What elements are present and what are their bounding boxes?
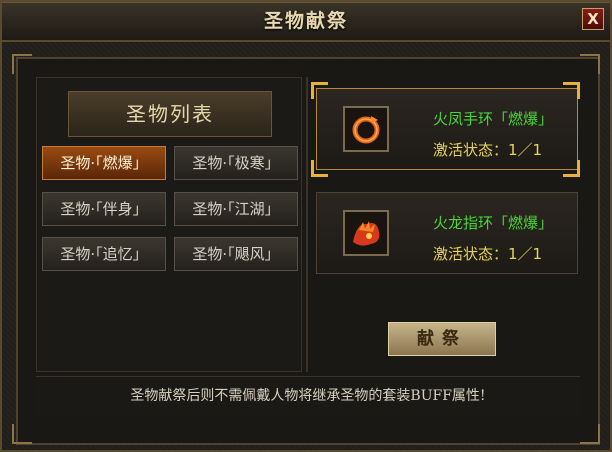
selection-corner-icon [311, 160, 328, 177]
relic-list-item[interactable]: 圣物·「燃爆」 [42, 146, 166, 180]
frame-corner-ornament [580, 54, 600, 74]
panel-divider [306, 77, 308, 372]
selection-corner-icon [311, 82, 328, 99]
relic-activation-status: 激活状态：1／1 [433, 245, 543, 263]
footer-hint: 圣物献祭后则不需佩戴人物将继承圣物的套装BUFF属性! [36, 376, 580, 417]
relic-name: 火龙指环「燃爆」 [433, 214, 554, 232]
selection-corner-icon [563, 82, 580, 99]
selection-corner-icon [563, 160, 580, 177]
close-button[interactable]: X [582, 8, 604, 30]
relic-activation-status: 激活状态：1／1 [433, 141, 543, 159]
dragon-ring-icon [343, 210, 389, 256]
phoenix-bracelet-icon [343, 106, 389, 152]
window-title: 圣物献祭 [263, 10, 348, 32]
relic-card[interactable]: 火凤手环「燃爆」 激活状态：1／1 [316, 88, 578, 170]
relic-list-header: 圣物列表 [68, 91, 272, 137]
dedicate-button[interactable]: 献祭 [388, 322, 496, 356]
relic-list-item[interactable]: 圣物·「追忆」 [42, 237, 166, 271]
frame-corner-ornament [12, 54, 32, 74]
frame-corner-ornament [12, 424, 32, 444]
frame-corner-ornament [580, 424, 600, 444]
relic-list-item[interactable]: 圣物·「江湖」 [174, 192, 298, 226]
relic-list-item[interactable]: 圣物·「飓风」 [174, 237, 298, 271]
relic-name: 火凤手环「燃爆」 [433, 110, 554, 128]
relic-list-item[interactable]: 圣物·「伴身」 [42, 192, 166, 226]
relic-list-item[interactable]: 圣物·「极寒」 [174, 146, 298, 180]
relic-card[interactable]: 火龙指环「燃爆」 激活状态：1／1 [316, 192, 578, 274]
relic-dedication-window: 圣物献祭 X 圣物列表 圣物·「燃爆」 圣物·「极寒」 圣物·「伴身」 圣物·「… [0, 0, 612, 452]
